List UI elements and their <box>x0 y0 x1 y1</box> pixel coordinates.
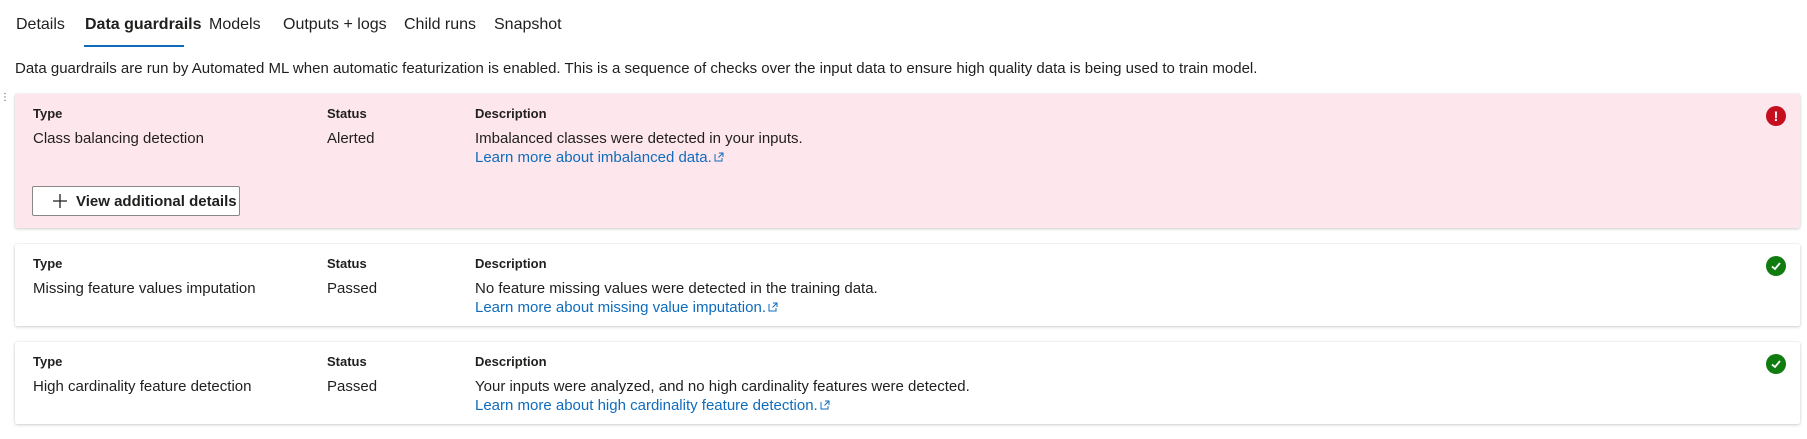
tab-snapshot[interactable]: Snapshot <box>494 16 562 34</box>
learn-more-link-text: Learn more about high cardinality featur… <box>475 397 818 414</box>
guardrail-status: Passed <box>327 378 378 395</box>
type-header: Type <box>33 106 63 121</box>
description-header: Description <box>475 354 547 369</box>
external-link-icon <box>768 302 778 312</box>
tab-details[interactable]: Details <box>16 16 65 34</box>
external-link-icon <box>820 400 830 410</box>
check-icon <box>1766 256 1786 276</box>
guardrail-card-high-cardinality: Type Status Description High cardinality… <box>15 342 1800 424</box>
status-header: Status <box>327 106 367 121</box>
guardrail-description: Your inputs were analyzed, and no high c… <box>475 378 970 395</box>
learn-more-link-text: Learn more about missing value imputatio… <box>475 299 766 316</box>
intro-text: Data guardrails are run by Automated ML … <box>15 60 1258 77</box>
tab-child-runs[interactable]: Child runs <box>404 16 476 34</box>
external-link-icon <box>714 152 724 162</box>
description-header: Description <box>475 106 547 121</box>
guardrail-card-class-balancing: Type Status Description Class balancing … <box>15 94 1800 228</box>
guardrail-card-missing-values: Type Status Description Missing feature … <box>15 244 1800 326</box>
tab-data-guardrails[interactable]: Data guardrails <box>85 16 201 34</box>
checkmark-glyph <box>1771 360 1781 369</box>
view-additional-details-button[interactable]: View additional details <box>32 186 240 216</box>
learn-more-link[interactable]: Learn more about missing value imputatio… <box>475 299 778 316</box>
guardrail-description: Imbalanced classes were detected in your… <box>475 130 803 147</box>
active-tab-indicator <box>84 45 184 47</box>
plus-icon <box>53 194 67 208</box>
guardrail-status: Passed <box>327 280 378 297</box>
learn-more-link[interactable]: Learn more about imbalanced data. <box>475 149 724 166</box>
guardrail-description: No feature missing values were detected … <box>475 280 878 297</box>
learn-more-link[interactable]: Learn more about high cardinality featur… <box>475 397 830 414</box>
edge-marker: ⋮ <box>0 92 10 103</box>
status-header: Status <box>327 256 367 271</box>
status-header: Status <box>327 354 367 369</box>
guardrail-status: Alerted <box>327 130 375 147</box>
view-additional-details-label: View additional details <box>76 192 237 210</box>
type-header: Type <box>33 354 63 369</box>
check-icon <box>1766 354 1786 374</box>
checkmark-glyph <box>1771 262 1781 271</box>
description-header: Description <box>475 256 547 271</box>
tab-outputs-logs[interactable]: Outputs + logs <box>283 16 387 34</box>
type-header: Type <box>33 256 63 271</box>
tab-models[interactable]: Models <box>209 16 261 34</box>
learn-more-link-text: Learn more about imbalanced data. <box>475 149 712 166</box>
guardrail-type: Missing feature values imputation <box>33 280 256 297</box>
guardrail-type: Class balancing detection <box>33 130 204 147</box>
error-icon: ! <box>1766 106 1786 126</box>
guardrail-type: High cardinality feature detection <box>33 378 252 395</box>
